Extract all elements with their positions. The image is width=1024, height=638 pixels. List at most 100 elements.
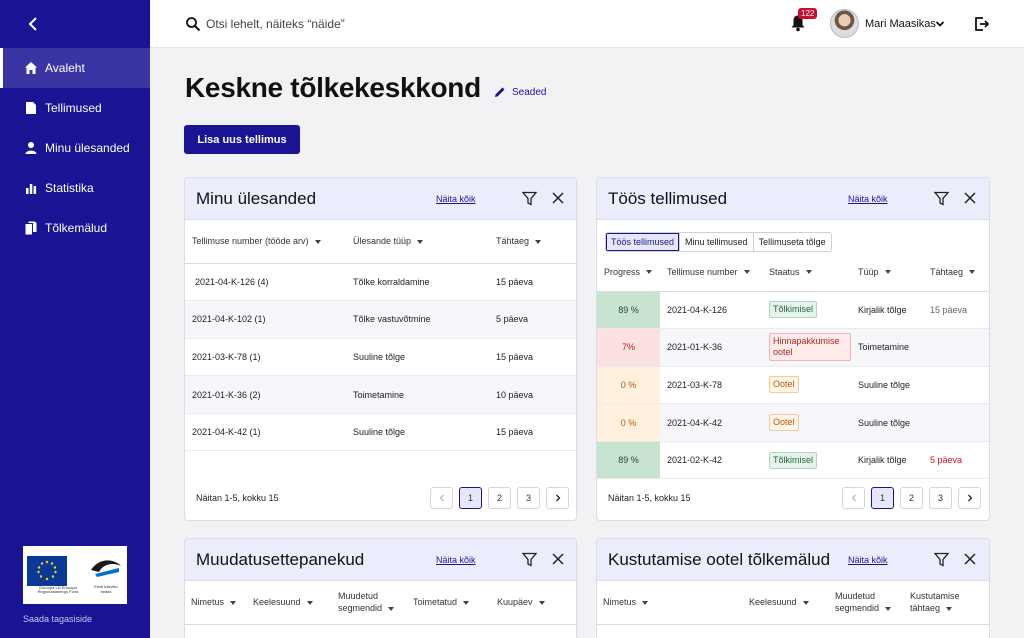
column-header[interactable]: Muudetud segmendid — [338, 581, 413, 625]
eu-flag-icon — [27, 555, 67, 586]
column-header[interactable]: Staatus — [762, 253, 851, 292]
tab-active-orders[interactable]: Töös tellimused — [606, 233, 681, 251]
settings-link[interactable]: Seaded — [494, 86, 546, 98]
order-number: 2021-04-K-102 (1) — [185, 300, 353, 339]
add-order-button[interactable]: Lisa uus tellimus — [184, 125, 300, 154]
filter-icon[interactable] — [522, 191, 537, 206]
sidebar-item-statistics[interactable]: Statistika — [0, 168, 150, 208]
next-page-button[interactable] — [958, 487, 981, 509]
prev-page-button[interactable] — [430, 487, 453, 509]
table-row[interactable]: 2021-04-K-126 (4) Tõlke korraldamine 15 … — [185, 263, 576, 302]
sidebar-nav: Avaleht Tellimused Minu ülesanded Statis… — [0, 48, 150, 248]
user-name[interactable]: Mari Maasikas — [865, 18, 936, 30]
card-header: Töös tellimused Näita kõik — [597, 178, 989, 220]
column-header[interactable]: Ülesande tüüp — [353, 220, 496, 264]
deadline: 15 päeva — [496, 338, 576, 377]
table-row[interactable]: 0 % 2021-04-K-42 Ootel Suuline tõlge — [597, 403, 989, 442]
estonia-swallow-icon — [91, 560, 121, 578]
deadline — [923, 403, 989, 442]
column-header[interactable]: Tähtaeg — [496, 220, 576, 264]
pagination: 1 2 3 — [430, 487, 569, 509]
table-row[interactable]: 89 % 2021-02-K-42 Tõlkimisel Kirjalik tõlge… — [597, 441, 989, 480]
progress-cell: 89 % — [597, 291, 660, 330]
column-header[interactable]: Nimetus — [597, 581, 749, 625]
status-cell: Hinnapakkumise ootel — [762, 328, 851, 367]
page-title: Keskne tõlkekeskkond — [185, 72, 481, 103]
avatar[interactable] — [830, 9, 859, 38]
table-row[interactable]: 2021-03-K-78 (1) Suuline tõlge 15 päeva — [185, 338, 576, 377]
chevron-left-icon[interactable] — [24, 14, 44, 34]
sidebar-item-label: Tõlkemälud — [45, 221, 108, 235]
close-icon[interactable] — [552, 192, 564, 204]
column-header[interactable]: Kuupäev — [497, 581, 576, 625]
orders-tabs: Töös tellimused Minu tellimused Tellimus… — [605, 232, 832, 252]
show-all-link[interactable]: Näita kõik — [848, 194, 888, 204]
close-icon[interactable] — [552, 553, 564, 565]
status-cell: Tõlkimisel — [762, 291, 851, 330]
column-header[interactable]: Progress — [597, 253, 660, 292]
deadline: 15 päeva — [923, 291, 989, 330]
column-header[interactable]: Kustutamise tähtaeg — [910, 581, 989, 625]
table-row[interactable]: 2021-01-K-36 (2) Toimetamine 10 päeva — [185, 375, 576, 414]
pagination: 1 2 3 — [842, 487, 981, 509]
table-row[interactable]: 7% 2021-01-K-36 Hinnapakkumise ootel Toimet… — [597, 328, 989, 367]
orders-table: Progress Tellimuse number Staatus Tüüp T… — [597, 253, 989, 480]
status-badge: Tõlkimisel — [769, 301, 818, 319]
page-button[interactable]: 2 — [900, 487, 923, 509]
prev-page-button[interactable] — [842, 487, 865, 509]
tab-no-order-translation[interactable]: Tellimuseta tõlge — [754, 233, 831, 251]
sidebar-item-label: Avaleht — [45, 61, 85, 75]
column-header[interactable]: Toimetatud — [413, 581, 497, 625]
table-row[interactable]: 2021-04-K-42 (1) Suuline tõlge 15 päeva — [185, 413, 576, 452]
logout-icon[interactable] — [974, 16, 990, 32]
filter-icon[interactable] — [934, 191, 949, 206]
page-button[interactable]: 2 — [488, 487, 511, 509]
table-row[interactable]: 0 % 2021-03-K-78 Ootel Suuline tõlge — [597, 366, 989, 405]
next-page-button[interactable] — [546, 487, 569, 509]
close-icon[interactable] — [964, 192, 976, 204]
eu-fund-logo: Euroopa Liit Euroopa Regionaalarengu Fon… — [23, 546, 127, 604]
order-number: 2021-01-K-36 — [660, 328, 762, 367]
order-type: Toimetamine — [851, 328, 923, 367]
table-row[interactable]: 2021-04-K-102 (1) Tõlke vastuvõtmine 5 p… — [185, 300, 576, 339]
sidebar-item-my-tasks[interactable]: Minu ülesanded — [0, 128, 150, 168]
user-icon — [25, 142, 37, 154]
column-header[interactable]: Tüüp — [851, 253, 923, 292]
status-cell: Ootel — [762, 403, 851, 442]
search-icon — [186, 17, 201, 32]
column-header[interactable]: Tellimuse number (tööde arv) — [185, 220, 353, 264]
search-input[interactable] — [206, 14, 506, 34]
show-all-link[interactable]: Näita kõik — [848, 555, 888, 565]
status-badge: Hinnapakkumise ootel — [769, 333, 851, 362]
deadline: 15 päeva — [496, 263, 576, 302]
sidebar: Avaleht Tellimused Minu ülesanded Statis… — [0, 0, 150, 638]
chevron-left-icon — [439, 494, 444, 502]
sidebar-item-translation-memories[interactable]: Tõlkemälud — [0, 208, 150, 248]
column-header[interactable]: Tähtaeg — [923, 253, 989, 292]
show-all-link[interactable]: Näita kõik — [436, 555, 476, 565]
column-header[interactable]: Keelesuund — [749, 581, 835, 625]
column-header[interactable]: Keelesuund — [253, 581, 338, 625]
chevron-down-icon[interactable] — [935, 19, 945, 29]
sidebar-item-orders[interactable]: Tellimused — [0, 88, 150, 128]
order-number: 2021-04-K-126 (4) — [185, 263, 353, 302]
column-header[interactable]: Tellimuse number — [660, 253, 762, 292]
card-title: Minu ülesanded — [196, 189, 317, 208]
page-button[interactable]: 1 — [459, 487, 482, 509]
column-header[interactable]: Nimetus — [185, 581, 253, 625]
task-type: Suuline tõlge — [353, 338, 496, 377]
close-icon[interactable] — [964, 553, 976, 565]
show-all-link[interactable]: Näita kõik — [436, 194, 476, 204]
table-row[interactable]: 89 % 2021-04-K-126 Tõlkimisel Kirjalik tõlg… — [597, 291, 989, 330]
feedback-link[interactable]: Saada tagasiside — [23, 614, 92, 624]
card-header: Muudatusettepanekud Näita kõik — [185, 539, 576, 581]
sidebar-item-home[interactable]: Avaleht — [0, 48, 150, 88]
filter-icon[interactable] — [522, 552, 537, 567]
progress-cell: 89 % — [597, 441, 660, 480]
column-header[interactable]: Muudetud segmendid — [835, 581, 910, 625]
page-button[interactable]: 1 — [871, 487, 894, 509]
tab-my-orders[interactable]: Minu tellimused — [680, 233, 754, 251]
page-button[interactable]: 3 — [929, 487, 952, 509]
page-button[interactable]: 3 — [517, 487, 540, 509]
filter-icon[interactable] — [934, 552, 949, 567]
